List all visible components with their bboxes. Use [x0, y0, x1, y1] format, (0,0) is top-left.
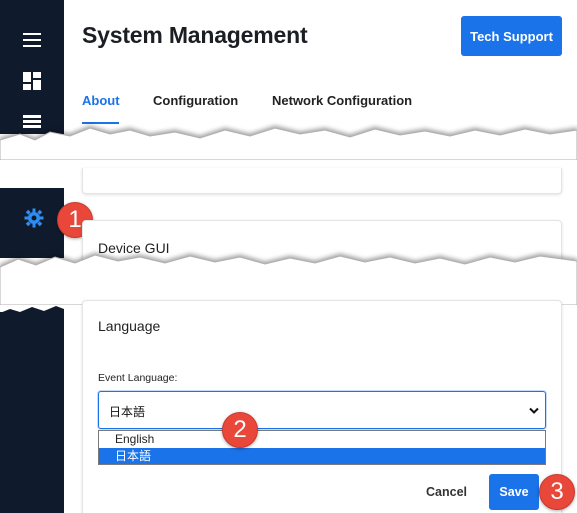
language-section-title: Language: [98, 318, 161, 334]
dropdown-option-japanese[interactable]: 日本語: [99, 448, 545, 464]
event-language-dropdown: English 日本語: [98, 430, 546, 465]
chevron-down-icon: [529, 407, 539, 414]
torn-edge-sidebar: [0, 306, 64, 317]
callout-badge-2: 2: [222, 412, 258, 448]
menu-icon[interactable]: [20, 30, 44, 50]
event-language-select[interactable]: 日本語: [98, 391, 546, 429]
tab-about[interactable]: About: [82, 93, 120, 108]
tab-configuration[interactable]: Configuration: [153, 93, 238, 108]
save-button[interactable]: Save: [489, 474, 539, 510]
dropdown-option-english[interactable]: English: [99, 431, 545, 447]
dashboard-icon[interactable]: [20, 70, 44, 92]
callout-badge-3: 3: [539, 474, 575, 510]
sidebar-bottom: [0, 312, 64, 513]
torn-edge-top: [0, 127, 577, 160]
event-language-label: Event Language:: [98, 372, 178, 384]
tech-support-button[interactable]: Tech Support: [461, 16, 562, 56]
gear-icon[interactable]: [22, 206, 46, 230]
page-title: System Management: [82, 22, 308, 48]
card-previous-bottom: [82, 168, 562, 194]
torn-edge-middle: [0, 254, 577, 305]
event-language-selected-value: 日本語: [109, 405, 146, 419]
tab-network-configuration[interactable]: Network Configuration: [272, 93, 412, 108]
cancel-button[interactable]: Cancel: [426, 485, 467, 499]
